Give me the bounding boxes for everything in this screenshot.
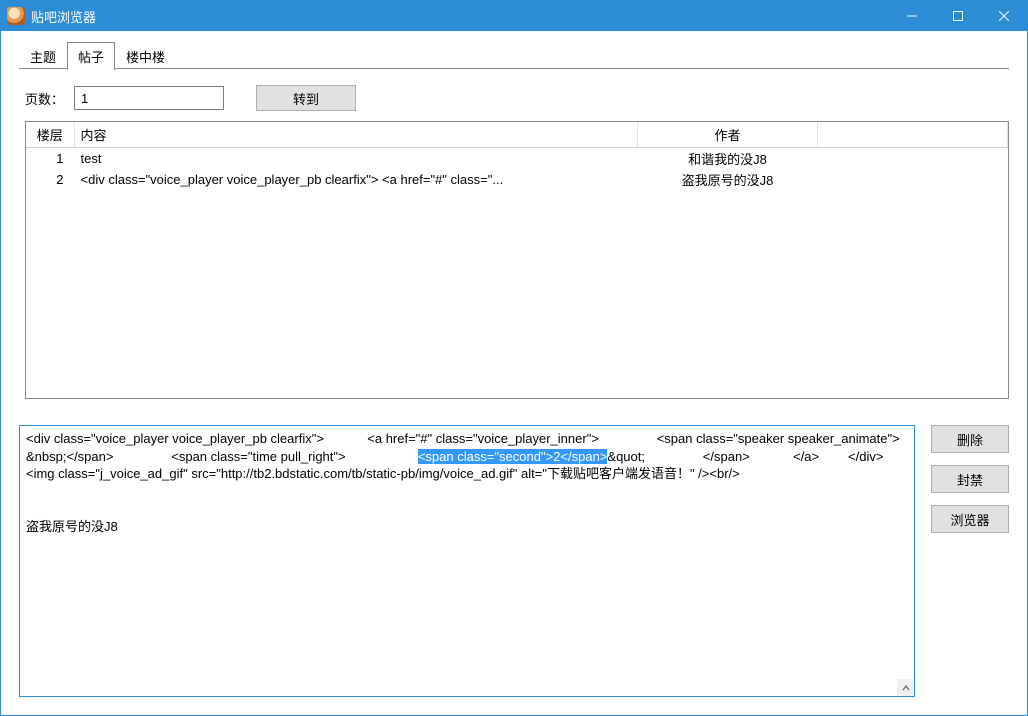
table-row[interactable] <box>26 330 1008 350</box>
cell-empty <box>818 148 1008 170</box>
table-row[interactable]: 2 <div class="voice_player voice_player_… <box>26 169 1008 190</box>
window-controls <box>889 1 1027 31</box>
cell-content: <div class="voice_player voice_player_pb… <box>74 169 638 190</box>
page-row: 页数： 转到 <box>25 85 1009 111</box>
titlebar[interactable]: 贴吧浏览器 <box>1 1 1027 31</box>
table-row[interactable] <box>26 370 1008 390</box>
close-icon <box>999 11 1009 21</box>
minimize-button[interactable] <box>889 1 935 31</box>
window-title: 贴吧浏览器 <box>31 7 96 26</box>
scroll-corner[interactable] <box>897 679 914 696</box>
col-header-empty[interactable] <box>818 122 1008 148</box>
app-window: 贴吧浏览器 主题 帖子 楼中楼 页数： 转到 <box>0 0 1028 716</box>
table-row[interactable]: 1 test 和谐我的没J8 <box>26 148 1008 170</box>
tab-bar: 主题 帖子 楼中楼 <box>19 43 1009 69</box>
table-row[interactable] <box>26 250 1008 270</box>
maximize-button[interactable] <box>935 1 981 31</box>
cell-author: 和谐我的没J8 <box>638 148 818 170</box>
table-row[interactable] <box>26 190 1008 210</box>
delete-button[interactable]: 删除 <box>931 425 1009 453</box>
go-button[interactable]: 转到 <box>256 85 356 111</box>
side-buttons: 删除 封禁 浏览器 <box>931 425 1009 697</box>
table-row[interactable] <box>26 290 1008 310</box>
cell-content: test <box>74 148 638 170</box>
table-row[interactable] <box>26 310 1008 330</box>
detail-highlight: <span class="second">2</span> <box>418 449 608 464</box>
grid-header-row: 楼层 内容 作者 <box>26 122 1008 148</box>
maximize-icon <box>953 11 963 21</box>
ban-button[interactable]: 封禁 <box>931 465 1009 493</box>
cell-floor: 1 <box>26 148 74 170</box>
col-header-author[interactable]: 作者 <box>638 122 818 148</box>
page-label: 页数： <box>25 89 64 108</box>
bottom-row: <div class="voice_player voice_player_pb… <box>19 425 1009 697</box>
browser-button[interactable]: 浏览器 <box>931 505 1009 533</box>
col-header-content[interactable]: 内容 <box>74 122 638 148</box>
close-button[interactable] <box>981 1 1027 31</box>
page-input[interactable] <box>74 86 224 110</box>
tab-topic[interactable]: 主题 <box>19 42 67 70</box>
table-row[interactable] <box>26 270 1008 290</box>
table-row[interactable] <box>26 230 1008 250</box>
table-row[interactable] <box>26 350 1008 370</box>
cell-empty <box>818 169 1008 190</box>
detail-author: 盗我原号的没J8 <box>26 519 118 534</box>
table-row[interactable] <box>26 210 1008 230</box>
app-icon <box>7 7 25 25</box>
grid-table: 楼层 内容 作者 1 test 和谐我的没J8 2 <d <box>26 122 1008 390</box>
client-area: 主题 帖子 楼中楼 页数： 转到 楼层 内容 <box>1 31 1027 715</box>
minimize-icon <box>907 11 917 21</box>
post-grid[interactable]: 楼层 内容 作者 1 test 和谐我的没J8 2 <d <box>25 121 1009 399</box>
tab-posts[interactable]: 帖子 <box>67 42 115 70</box>
chevron-up-icon <box>902 684 910 692</box>
tab-subfloor[interactable]: 楼中楼 <box>115 42 176 70</box>
cell-author: 盗我原号的没J8 <box>638 169 818 190</box>
cell-floor: 2 <box>26 169 74 190</box>
col-header-floor[interactable]: 楼层 <box>26 122 74 148</box>
detail-textarea[interactable]: <div class="voice_player voice_player_pb… <box>19 425 915 697</box>
